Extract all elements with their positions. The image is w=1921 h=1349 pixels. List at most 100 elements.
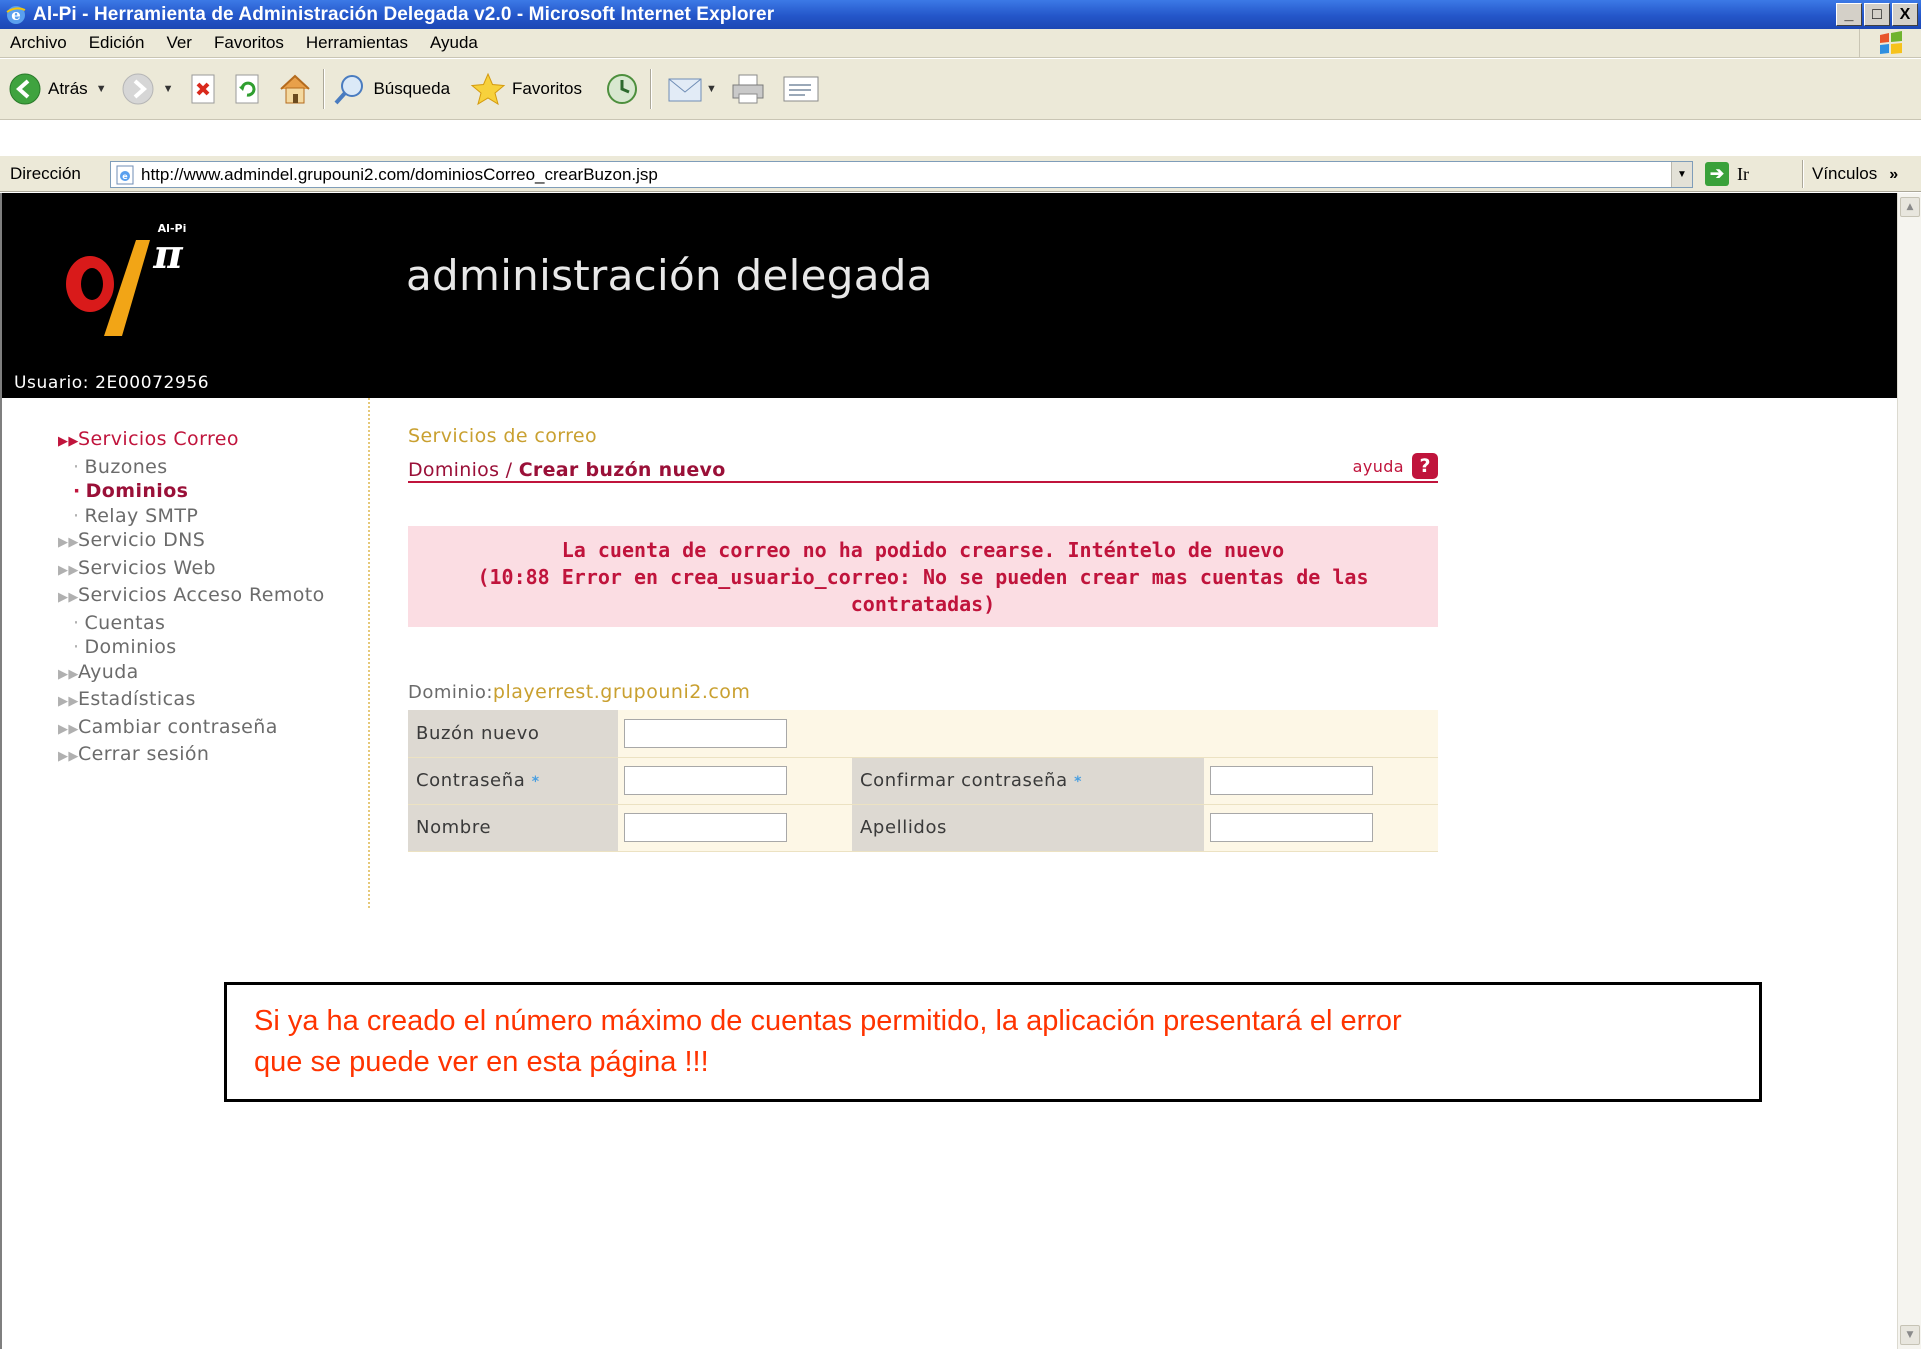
user-label: Usuario: 2E00072956: [14, 373, 210, 393]
menu-herramientas[interactable]: Herramientas: [295, 33, 419, 53]
nav-servicio-dns[interactable]: ▶▶Servicio DNS: [58, 528, 325, 556]
links-label: Vínculos: [1812, 164, 1878, 183]
breadcrumb: Dominios / Crear buzón nuevo: [408, 459, 726, 481]
nav-label: Servicios Web: [78, 556, 216, 579]
menu-ayuda[interactable]: Ayuda: [419, 33, 489, 53]
name-input[interactable]: [624, 813, 787, 842]
menu-ver[interactable]: Ver: [155, 33, 203, 53]
edit-button[interactable]: [781, 73, 821, 105]
help-link[interactable]: ayuda ?: [1353, 453, 1438, 479]
confirm-password-label: Confirmar contraseña: [860, 770, 1068, 791]
bullet-icon: ·: [73, 480, 81, 502]
confirm-password-cell: [1204, 757, 1438, 805]
address-input[interactable]: e http://www.admindel.grupouni2.com/domi…: [110, 161, 1693, 188]
nav-buzones[interactable]: · Buzones: [58, 455, 325, 480]
search-button[interactable]: Búsqueda: [333, 72, 450, 106]
error-line: contratadas): [850, 592, 996, 616]
error-line: La cuenta de correo no ha podido crearse…: [561, 538, 1285, 562]
nav-acceso-remoto[interactable]: ▶▶Servicios Acceso Remoto: [58, 583, 325, 611]
home-button[interactable]: [277, 72, 313, 106]
alpi-logo: Al-Pi π: [66, 222, 186, 336]
mail-button[interactable]: ▼: [666, 73, 717, 105]
menu-archivo[interactable]: Archivo: [0, 33, 78, 53]
vertical-scrollbar[interactable]: ▲ ▼: [1897, 193, 1921, 1349]
browser-toolbar: Atrás ▼ ▼ Búsqueda Favoritos ▼: [0, 59, 1921, 120]
required-asterisk: *: [531, 774, 540, 790]
back-label: Atrás: [48, 79, 88, 98]
double-arrow-icon: ▶▶: [58, 694, 79, 709]
bullet-icon: ·: [73, 504, 80, 527]
nav-estadisticas[interactable]: ▶▶Estadísticas: [58, 687, 325, 715]
close-button[interactable]: X: [1892, 3, 1918, 26]
menu-edicion[interactable]: Edición: [78, 33, 156, 53]
breadcrumb-dominios-link[interactable]: Dominios: [408, 459, 499, 481]
nav-label: Servicios Correo: [78, 428, 239, 450]
nav-dominios-remoto[interactable]: · Dominios: [58, 635, 325, 660]
favorites-button[interactable]: Favoritos: [470, 72, 582, 106]
error-line: (10:88 Error en crea_usuario_correo: No …: [477, 565, 1369, 589]
double-arrow-icon: ▶▶: [58, 666, 79, 682]
menu-favoritos[interactable]: Favoritos: [203, 33, 295, 53]
bullet-icon: ·: [73, 636, 80, 658]
stop-icon: [191, 74, 215, 104]
password-label: Contraseña: [416, 770, 526, 791]
nav-label: Ayuda: [78, 660, 139, 683]
window-title: Al-Pi - Herramienta de Administración De…: [33, 3, 775, 25]
address-dropdown-icon[interactable]: ▼: [1671, 162, 1692, 187]
double-arrow-icon: ▶▶: [58, 562, 79, 578]
nav-ayuda[interactable]: ▶▶Ayuda: [58, 660, 325, 688]
refresh-icon: [235, 74, 259, 104]
password-label-cell: Contraseña *: [408, 757, 618, 805]
surname-input[interactable]: [1210, 813, 1373, 842]
forward-button[interactable]: ▼: [121, 72, 174, 106]
address-label: Dirección: [10, 163, 81, 183]
double-arrow-icon: ▶▶: [58, 535, 79, 550]
nav-servicios-web[interactable]: ▶▶Servicios Web: [58, 556, 325, 584]
svg-text:π: π: [152, 231, 183, 278]
nav-dominios[interactable]: · Dominios: [58, 479, 325, 504]
nav-label: Buzones: [84, 455, 168, 478]
sidebar: ▶▶Servicios Correo · Buzones · Dominios · R…: [2, 398, 370, 908]
maximize-button[interactable]: □: [1864, 3, 1890, 26]
page-header: Al-Pi π administración delegada Usuario:…: [2, 193, 1897, 398]
refresh-button[interactable]: [233, 73, 263, 105]
address-url: http://www.admindel.grupouni2.com/domini…: [141, 164, 658, 184]
nav-label: Servicios Acceso Remoto: [78, 584, 325, 606]
links-separator: [1802, 160, 1804, 188]
sidebar-divider: [368, 398, 370, 908]
menu-bar: Archivo Edición Ver Favoritos Herramient…: [0, 29, 1921, 58]
windows-logo-icon: [1859, 29, 1921, 57]
confirm-password-input[interactable]: [1210, 766, 1373, 795]
nav-label: Cuentas: [84, 611, 166, 634]
links-button[interactable]: Vínculos »: [1812, 164, 1898, 184]
mailbox-input[interactable]: [624, 718, 787, 748]
page-title: administración delegada: [406, 251, 933, 300]
stop-button[interactable]: [189, 73, 219, 105]
scroll-down-icon[interactable]: ▼: [1900, 1325, 1920, 1345]
annotation-line: que se puede ver en esta página !!!: [254, 1046, 709, 1078]
section-title: Servicios de correo: [408, 425, 598, 447]
nav-relay-smtp[interactable]: · Relay SMTP: [58, 504, 325, 529]
nav-cambiar-contrasena[interactable]: ▶▶Cambiar contraseña: [58, 715, 325, 743]
toolbar-separator: [323, 69, 326, 109]
history-button[interactable]: [604, 72, 640, 106]
required-asterisk: *: [1074, 774, 1083, 790]
sidebar-nav: ▶▶Servicios Correo · Buzones · Dominios · R…: [58, 427, 325, 770]
print-button[interactable]: [729, 72, 767, 106]
go-button[interactable]: ➔ Ir: [1705, 162, 1749, 186]
nav-cerrar-sesion[interactable]: ▶▶Cerrar sesión: [58, 742, 325, 770]
back-button[interactable]: Atrás ▼: [8, 72, 107, 106]
mail-dropdown-icon[interactable]: ▼: [706, 83, 717, 95]
nav-servicios-correo[interactable]: ▶▶Servicios Correo: [58, 427, 325, 455]
minimize-button[interactable]: _: [1836, 3, 1862, 26]
back-dropdown-icon[interactable]: ▼: [96, 83, 107, 95]
mailbox-cell: [618, 710, 852, 758]
domain-value: playerrest.grupouni2.com: [492, 681, 751, 703]
internet-explorer-icon: e: [6, 5, 26, 24]
scroll-up-icon[interactable]: ▲: [1900, 197, 1920, 217]
forward-dropdown-icon[interactable]: ▼: [163, 83, 174, 95]
nav-cuentas[interactable]: · Cuentas: [58, 611, 325, 636]
password-input[interactable]: [624, 766, 787, 795]
annotation-callout: Si ya ha creado el número máximo de cuen…: [224, 982, 1762, 1102]
surname-label: Apellidos: [852, 804, 1204, 852]
